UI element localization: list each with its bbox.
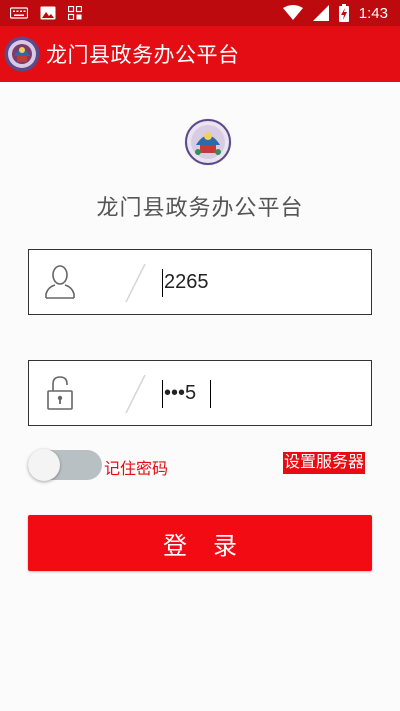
keyboard-icon bbox=[10, 7, 28, 19]
toggle-knob bbox=[28, 449, 60, 481]
divider-slash bbox=[125, 374, 146, 414]
app-bar: 龙门县政务办公平台 bbox=[0, 26, 400, 82]
remember-password-toggle[interactable] bbox=[28, 449, 102, 481]
username-input[interactable]: 2265 bbox=[164, 271, 209, 294]
signal-icon bbox=[312, 5, 329, 21]
grid-icon bbox=[68, 6, 82, 20]
text-cursor bbox=[162, 380, 163, 408]
password-field[interactable]: •••5 bbox=[28, 360, 372, 426]
username-field[interactable]: 2265 bbox=[28, 249, 372, 315]
battery-charging-icon bbox=[338, 4, 349, 22]
app-logo-icon bbox=[4, 36, 40, 72]
text-cursor bbox=[162, 269, 163, 297]
user-icon bbox=[45, 265, 75, 299]
unlock-icon bbox=[47, 376, 73, 410]
text-cursor-end bbox=[210, 380, 211, 408]
status-time: 1:43 bbox=[358, 4, 388, 22]
image-icon bbox=[40, 6, 56, 20]
remember-password-label[interactable]: 记住密码 bbox=[104, 455, 168, 479]
emblem-icon bbox=[184, 118, 232, 166]
password-input[interactable]: •••5 bbox=[164, 382, 196, 405]
set-server-button[interactable]: 设置服务器 bbox=[283, 452, 366, 474]
status-bar: 1:43 bbox=[0, 0, 400, 26]
login-button[interactable]: 登录 bbox=[28, 515, 372, 571]
wifi-icon bbox=[282, 5, 303, 20]
app-title: 龙门县政务办公平台 bbox=[46, 43, 240, 67]
divider-slash bbox=[125, 263, 146, 303]
page-heading: 龙门县政务办公平台 bbox=[96, 196, 304, 221]
